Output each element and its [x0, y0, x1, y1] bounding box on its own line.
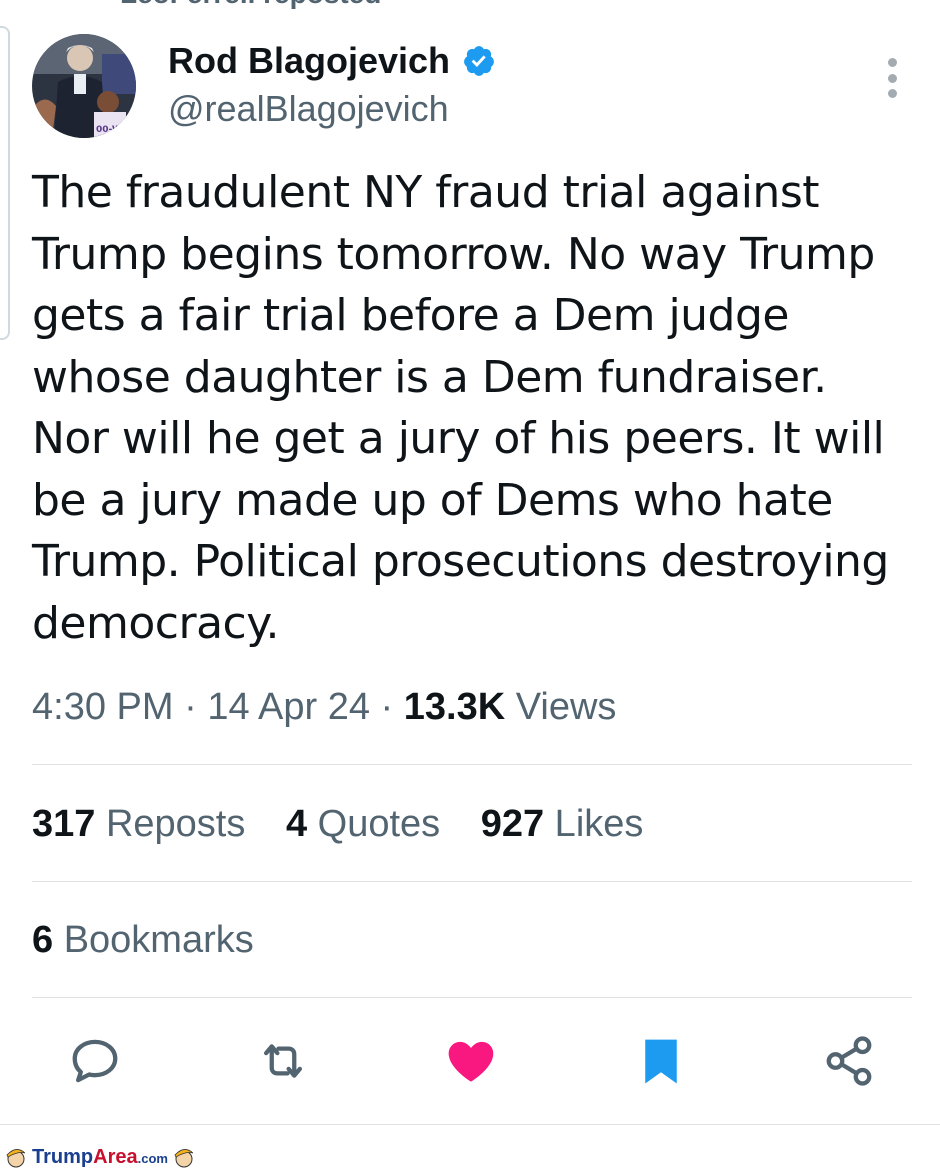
reply-icon: [72, 1039, 118, 1083]
views-label: Views: [505, 686, 617, 728]
likes-label: Likes: [544, 803, 644, 845]
reposts-count: 317: [32, 803, 96, 845]
repost-button[interactable]: [256, 1034, 310, 1088]
avatar[interactable]: 00-W: [32, 34, 136, 138]
watermark-brand-c: .com: [137, 1150, 168, 1166]
tweet-text: The fraudulent NY fraud trial against Tr…: [32, 167, 889, 649]
meta-separator: ·: [370, 686, 404, 728]
thread-indicator: [0, 26, 10, 340]
divider: [32, 881, 912, 882]
more-options-icon[interactable]: [880, 58, 904, 98]
author-name-row[interactable]: Rod Blagojevich: [168, 40, 496, 82]
like-button[interactable]: [444, 1034, 498, 1088]
views-count: 13.3K: [403, 686, 506, 728]
mascot-face-icon: [6, 1149, 26, 1168]
bookmark-button[interactable]: [634, 1034, 688, 1088]
reposts-label: Reposts: [95, 803, 246, 845]
reposts-stat[interactable]: 317 Reposts: [32, 803, 245, 845]
divider: [0, 1124, 940, 1125]
heart-icon: [448, 1041, 494, 1082]
bookmark-icon: [645, 1039, 677, 1084]
bookmarks-stat[interactable]: 6 Bookmarks: [32, 919, 254, 962]
mascot-face-icon: [174, 1149, 194, 1168]
bookmarks-count: 6: [32, 919, 54, 961]
watermark-brand-a: Trump: [32, 1145, 94, 1168]
share-icon: [826, 1036, 872, 1086]
meta-separator: ·: [173, 686, 208, 728]
divider: [32, 764, 912, 765]
share-button[interactable]: [822, 1034, 876, 1088]
tweet-date[interactable]: 14 Apr 24: [207, 686, 370, 728]
repost-icon: [263, 1044, 303, 1078]
quotes-stat[interactable]: 4 Quotes: [286, 803, 440, 845]
engagement-stats: 317 Reposts 4 Quotes 927 Likes: [32, 803, 673, 846]
likes-count: 927: [480, 803, 545, 845]
svg-text:00-W: 00-W: [96, 125, 122, 135]
watermark: TrumpArea.com: [4, 1144, 196, 1170]
divider: [32, 997, 912, 998]
author-handle[interactable]: @realBlagojevich: [168, 88, 449, 130]
repost-banner: LeoFerrell reposted: [120, 0, 381, 9]
watermark-brand-b: Area: [93, 1145, 138, 1168]
tweet-time[interactable]: 4:30 PM: [32, 686, 174, 728]
verified-badge-icon: [464, 46, 494, 76]
tweet-meta: 4:30 PM · 14 Apr 24 · 13.3K Views: [32, 686, 616, 729]
quotes-label: Quotes: [307, 803, 441, 845]
author-name[interactable]: Rod Blagojevich: [168, 40, 450, 82]
watermark-brand: TrumpArea.com: [32, 1146, 168, 1169]
likes-stat[interactable]: 927 Likes: [481, 803, 644, 845]
reply-button[interactable]: [68, 1034, 122, 1088]
quotes-count: 4: [285, 803, 308, 845]
bookmarks-label: Bookmarks: [53, 919, 254, 961]
